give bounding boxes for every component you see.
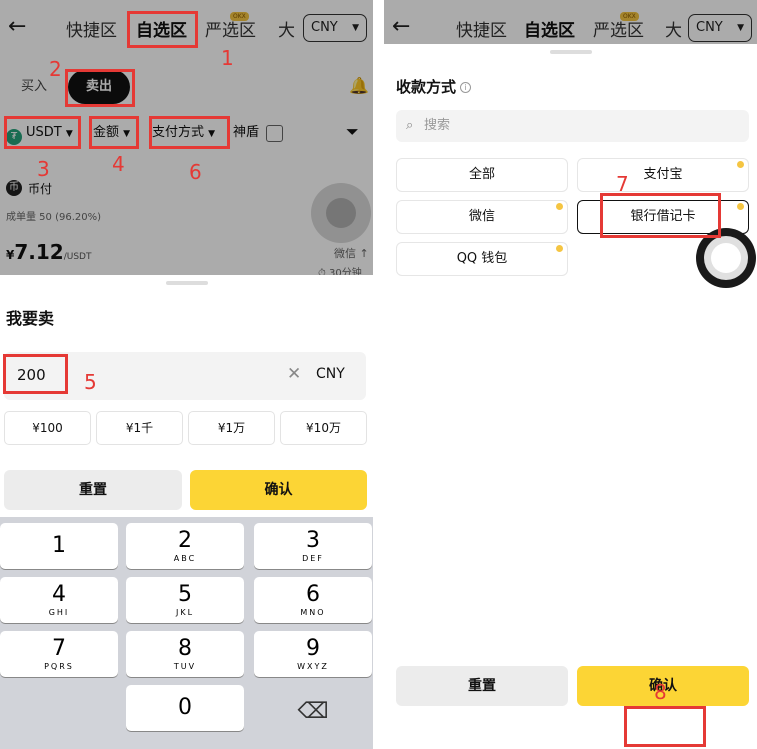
annotation-number-3: 3 [37,157,50,181]
right-screenshot: ← 快捷区 自选区 严选区 OKX 大 CNY ▼ 收款方式 i ⌕ 搜索 全部 支… [384,0,757,749]
caret-down-icon: ▼ [208,129,216,139]
back-arrow-icon[interactable]: ← [8,14,26,39]
search-icon: ⌕ [406,118,414,133]
option-qq-wallet[interactable]: QQ 钱包 [396,242,568,276]
annotation-number-2: 2 [49,57,62,81]
clear-icon[interactable]: ✕ [287,364,301,384]
payment-filter[interactable]: 支付方式 ▼ [152,120,215,146]
tab-badge: OKX [620,12,639,21]
amount-value: 200 [17,366,46,384]
amount-currency: CNY [316,366,345,382]
quick-amount-10k[interactable]: ¥1万 [188,411,275,445]
caret-down-icon: ▼ [123,129,131,139]
key-5[interactable]: 5 JKL [126,577,244,623]
currency-select[interactable]: CNY ▼ [688,14,752,42]
usdt-icon: ₮ [6,129,22,145]
tab-badge: OKX [230,12,249,21]
annotation-number-7: 7 [616,172,629,196]
tab-self-select[interactable]: 自选区 [136,16,187,41]
key-9[interactable]: 9 WXYZ [254,631,372,677]
tab-quick[interactable]: 快捷区 [456,16,507,41]
coin-badge-icon [737,161,744,168]
quick-amount-100k[interactable]: ¥10万 [280,411,367,445]
quick-amount-1k[interactable]: ¥1千 [96,411,183,445]
key-7[interactable]: 7 PQRS [0,631,118,677]
shield-checkbox[interactable] [266,125,283,142]
filter-funnel-icon[interactable]: ⏷ [346,122,359,142]
numeric-keypad: 1 2 ABC 3 DEF 4 GHI 5 JKL 6 MNO 7 PQRS 8 TUV 9W… [0,517,373,749]
coin-badge-icon [556,203,563,210]
key-2[interactable]: 2 ABC [126,523,244,569]
ad-price: ¥7.12/USDT [6,240,92,264]
reset-button[interactable]: 重置 [396,666,568,706]
ad-payment-method: 微信 ↑ [334,247,369,260]
reset-button[interactable]: 重置 [4,470,182,510]
key-4[interactable]: 4 GHI [0,577,118,623]
back-arrow-icon[interactable]: ← [392,14,410,39]
panel-gap [373,0,384,749]
payment-method-sheet: 收款方式 i ⌕ 搜索 全部 支付宝 微信 银行借记卡 QQ 钱包 [384,44,757,749]
tab-self-select[interactable]: 自选区 [524,16,575,41]
sell-tab[interactable]: 卖出 [68,70,130,104]
key-3[interactable]: 3 DEF [254,523,372,569]
assistive-touch-button[interactable] [696,228,756,288]
currency-select[interactable]: CNY ▼ [303,14,367,42]
annotation-number-4: 4 [112,152,125,176]
annotation-number-1: 1 [221,46,234,70]
sheet-handle[interactable] [166,281,208,285]
caret-down-icon: ▼ [352,23,359,33]
annotation-number-6: 6 [189,160,202,184]
confirm-button[interactable]: 确认 [190,470,367,510]
info-icon[interactable]: i [460,82,472,93]
sheet-title: 收款方式 i [396,76,472,97]
tab-more[interactable]: 大 [278,16,295,41]
key-6[interactable]: 6 MNO [254,577,372,623]
option-wechat[interactable]: 微信 [396,200,568,234]
backspace-icon[interactable]: ⌫ [254,689,372,735]
left-screenshot: ← 快捷区 自选区 严选区 OKX 大 CNY ▼ 买入 卖出 🔔 ₮ USDT ▼… [0,0,373,749]
tab-more[interactable]: 大 [665,16,682,41]
sheet-handle[interactable] [550,50,592,54]
amount-input[interactable]: 200 ✕ CNY [4,352,366,400]
quick-amount-100[interactable]: ¥100 [4,411,91,445]
merchant-avatar: 币 [6,180,22,196]
sheet-title: 我要卖 [6,309,55,328]
key-0[interactable]: 0 [126,685,244,731]
search-input[interactable]: ⌕ 搜索 [396,110,749,142]
bell-icon[interactable]: 🔔 [349,76,369,95]
caret-down-icon: ▼ [737,23,744,33]
option-all[interactable]: 全部 [396,158,568,192]
key-1[interactable]: 1 [0,523,118,569]
shield-label: 神盾 [233,125,260,140]
annotation-number-5: 5 [84,370,97,394]
merchant-name[interactable]: 币付 [28,180,52,197]
option-alipay[interactable]: 支付宝 [577,158,749,192]
coin-filter[interactable]: ₮ USDT ▼ [6,120,73,146]
amount-filter[interactable]: 金额 ▼ [93,120,130,146]
caret-down-icon: ▼ [65,129,73,139]
top-nav-bar: ← 快捷区 自选区 严选区 OKX 大 CNY ▼ [0,0,373,58]
coin-badge-icon [556,245,563,252]
assistive-touch-button[interactable] [311,183,371,243]
merchant-stats: 成单量 50 (96.20%) [6,212,102,223]
annotation-number-8: 8 [654,680,667,704]
coin-badge-icon [737,203,744,210]
tab-quick[interactable]: 快捷区 [66,16,117,41]
key-8[interactable]: 8 TUV [126,631,244,677]
